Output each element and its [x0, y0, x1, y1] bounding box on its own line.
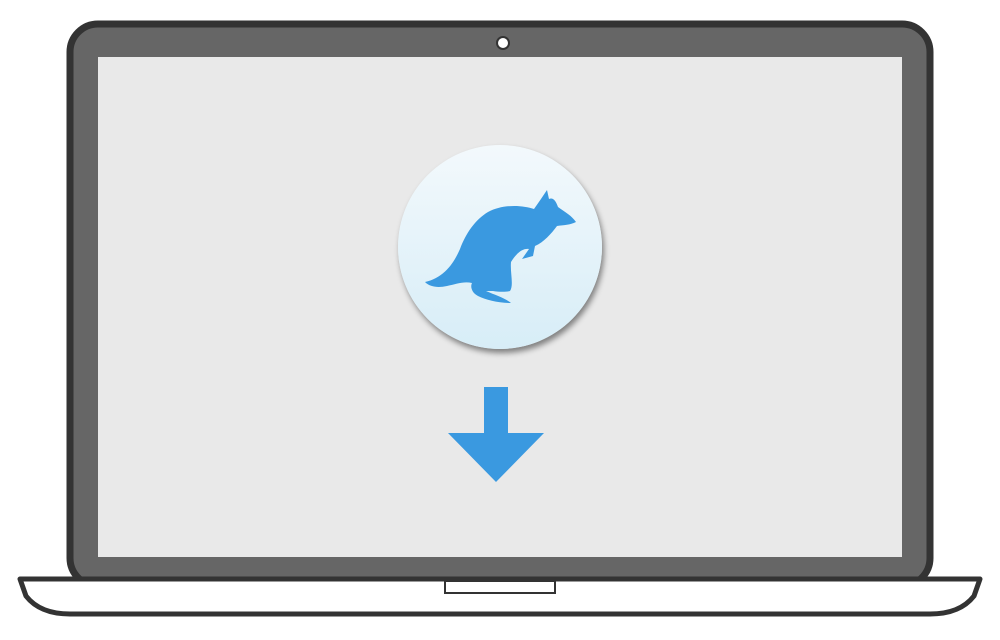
download-arrow-icon[interactable] — [448, 385, 548, 485]
app-icon[interactable] — [398, 145, 602, 349]
laptop-illustration — [0, 0, 1000, 640]
laptop-notch — [444, 580, 556, 594]
screen-content — [98, 57, 902, 557]
webcam-icon — [496, 36, 510, 50]
kangaroo-icon — [425, 190, 576, 303]
